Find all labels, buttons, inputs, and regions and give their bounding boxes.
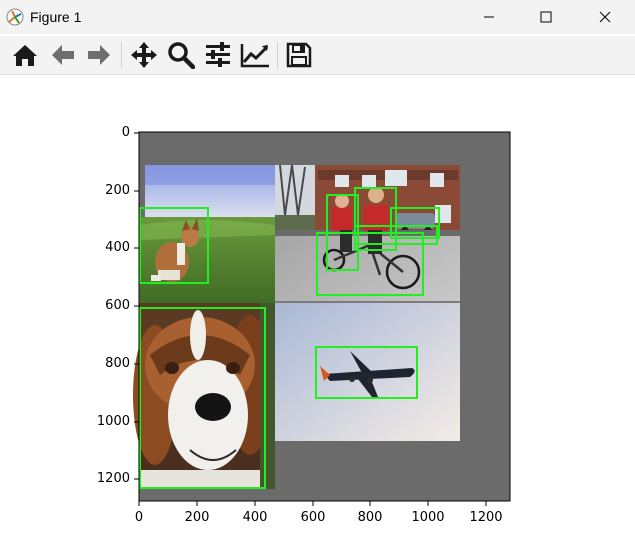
saint-bernard-image [133,303,275,489]
figure-window: Figure 1 0 200 400 600 800 1000 1200 0 2… [0,0,635,550]
close-icon [599,11,611,23]
toolbar-separator [277,42,278,68]
edit-axis-icon [240,44,269,68]
y-tick-label: 400 [105,240,130,255]
x-tick-label: 1000 [411,510,445,525]
matplotlib-logo-icon [6,8,24,26]
y-tick-label: 1200 [96,471,130,486]
forward-button[interactable] [84,40,114,70]
x-tick-label: 1200 [469,510,503,525]
figure-canvas[interactable]: 0 200 400 600 800 1000 1200 0 200 400 60… [0,75,635,550]
x-tick-label: 800 [357,510,383,525]
save-button[interactable] [284,40,314,70]
back-icon [52,45,74,65]
pan-button[interactable] [129,40,159,70]
minimize-button[interactable] [466,0,512,34]
x-tick-label: 200 [184,510,210,525]
back-button[interactable] [48,40,78,70]
y-tick-label: 1000 [96,414,130,429]
y-tick-label: 0 [121,125,130,140]
navigation-toolbar [0,36,635,75]
title-bar: Figure 1 [0,0,635,34]
maximize-icon [540,11,552,23]
subplots-button[interactable] [203,40,233,70]
save-icon [286,42,312,68]
x-ticks [138,501,487,506]
close-button[interactable] [582,0,628,34]
pan-icon [131,42,157,68]
home-button[interactable] [10,40,40,70]
forward-icon [88,45,110,65]
y-tick-label: 200 [105,183,130,198]
y-tick-label: 800 [105,356,130,371]
x-tick-label: 600 [300,510,326,525]
x-tick-label: 400 [242,510,268,525]
zoom-button[interactable] [166,40,196,70]
x-tick-label: 0 [134,510,144,525]
airplane-image [275,303,460,441]
window-title: Figure 1 [30,9,82,25]
toolbar-separator [121,42,122,68]
subplots-icon [206,42,230,67]
zoom-icon [168,42,195,69]
maximize-button[interactable] [523,0,569,34]
y-tick-label: 600 [105,298,130,313]
home-icon [13,45,37,66]
edit-axis-button[interactable] [240,40,270,70]
minimize-icon [484,16,494,18]
